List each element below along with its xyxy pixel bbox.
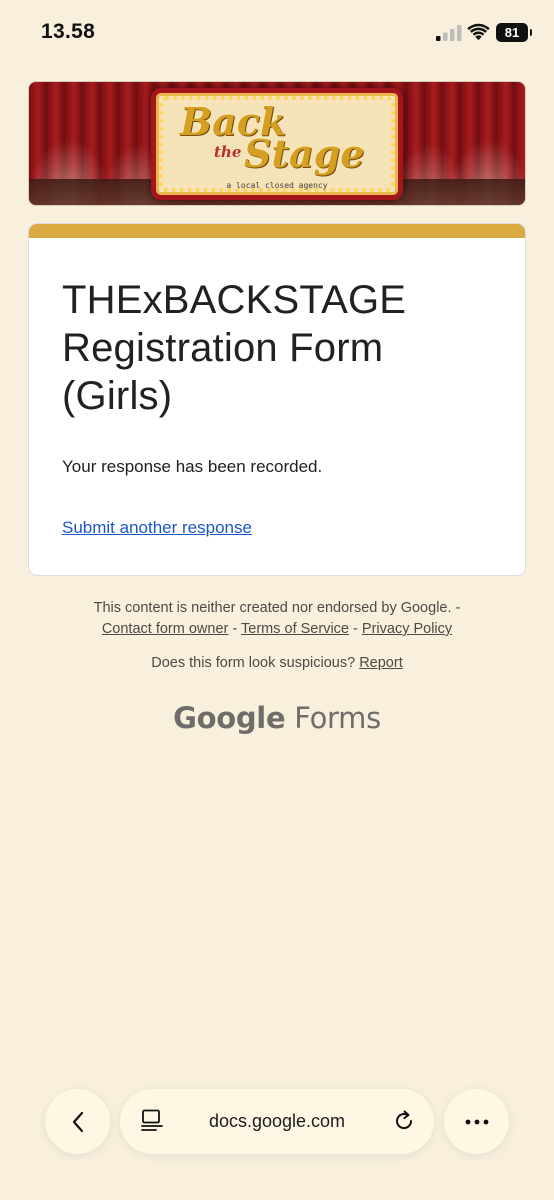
wifi-icon [467,23,490,41]
status-bar: 13.58 81 [0,0,554,66]
report-link[interactable]: Report [359,655,403,671]
more-icon [465,1119,488,1124]
terms-of-service-link[interactable]: Terms of Service [241,621,349,637]
contact-form-owner-link[interactable]: Contact form owner [102,621,229,637]
logo-tagline: a local closed agency [226,181,328,190]
google-forms-logo[interactable]: Google Forms [0,701,554,735]
logo-text-stage: Stage [244,131,365,176]
separator: - [232,621,238,637]
logo-text-the: the [214,143,242,161]
header-banner-image: Back the Stage a local closed agency [28,81,526,206]
reload-icon[interactable] [392,1109,416,1133]
more-options-button[interactable] [444,1089,509,1154]
url-text: docs.google.com [208,1111,346,1131]
privacy-policy-link[interactable]: Privacy Policy [362,621,452,637]
address-bar[interactable]: docs.google.com [120,1089,434,1154]
browser-back-button[interactable] [45,1089,110,1154]
status-time: 13.58 [41,20,96,43]
suspicious-question: Does this form look suspicious? [151,655,356,671]
backstage-logo: Back the Stage a local closed agency [151,88,403,200]
disclaimer-text: This content is neither created nor endo… [93,600,461,616]
response-card: THExBACKSTAGE Registration Form (Girls) … [28,223,526,576]
forms-wordmark: Forms [294,701,381,735]
report-prompt: Does this form look suspicious? Report [0,655,554,671]
google-wordmark: Google [173,701,286,735]
card-accent-bar [29,224,525,238]
disclaimer: This content is neither created nor endo… [0,598,554,640]
confirmation-message: Your response has been recorded. [62,457,323,476]
battery-indicator: 81 [496,23,532,42]
back-chevron-icon [72,1111,83,1132]
form-title: THExBACKSTAGE Registration Form (Girls) [62,278,407,418]
separator: - [353,621,358,637]
submit-another-response-link[interactable]: Submit another response [62,518,252,538]
battery-level: 81 [504,25,520,40]
cellular-signal-icon [436,25,462,41]
